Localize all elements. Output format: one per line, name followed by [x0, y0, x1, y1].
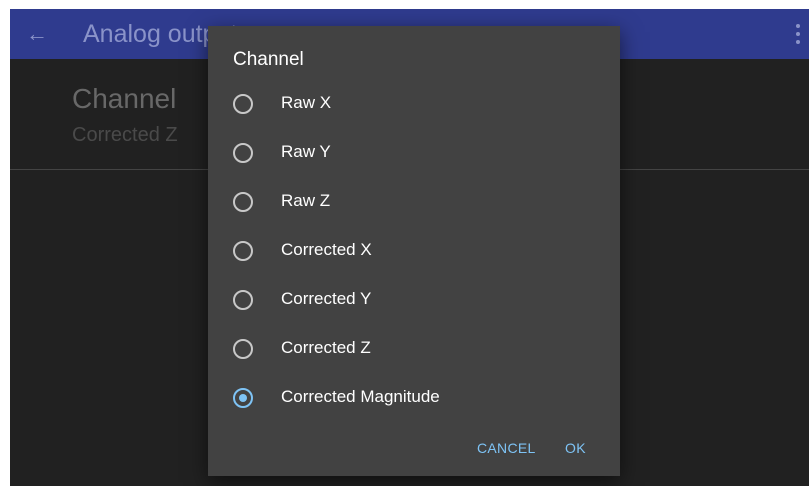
overflow-dot — [796, 24, 800, 28]
option-label: Corrected X — [281, 240, 372, 259]
more-vertical-icon[interactable] — [791, 19, 805, 49]
preference-title: Channel — [72, 83, 177, 114]
app-screen: ← Analog output Channel Corrected Z Chan… — [10, 9, 809, 486]
channel-option[interactable]: Raw Y — [208, 130, 620, 179]
back-arrow-icon[interactable]: ← — [22, 19, 52, 49]
radio-unchecked-icon[interactable] — [233, 143, 253, 163]
channel-option[interactable]: Corrected Magnitude — [208, 375, 620, 424]
radio-unchecked-icon[interactable] — [233, 339, 253, 359]
option-label: Corrected Y — [281, 289, 372, 308]
option-label: Corrected Magnitude — [281, 387, 440, 406]
channel-dialog: Channel Raw X Raw Y Raw Z Corrected X Correc… — [208, 26, 620, 476]
dialog-title: Channel — [233, 49, 304, 70]
option-label: Raw X — [281, 93, 332, 112]
channel-options-list: Raw X Raw Y Raw Z Corrected X Corrected Y Cor… — [208, 81, 620, 424]
channel-option[interactable]: Raw X — [208, 81, 620, 130]
option-label: Raw Y — [281, 142, 331, 161]
preference-summary: Corrected Z — [72, 124, 178, 146]
option-label: Corrected Z — [281, 338, 371, 357]
overflow-dot — [796, 32, 800, 36]
radio-checked-icon[interactable] — [233, 388, 253, 408]
channel-option[interactable]: Corrected Y — [208, 277, 620, 326]
option-label: Raw Z — [281, 191, 331, 210]
cancel-button[interactable]: CANCEL — [477, 436, 536, 460]
ok-button[interactable]: OK — [565, 436, 586, 460]
overflow-dot — [796, 40, 800, 44]
radio-unchecked-icon[interactable] — [233, 192, 253, 212]
radio-unchecked-icon[interactable] — [233, 290, 253, 310]
channel-option[interactable]: Corrected X — [208, 228, 620, 277]
channel-option[interactable]: Raw Z — [208, 179, 620, 228]
dialog-actions: CANCEL OK — [208, 420, 620, 476]
radio-unchecked-icon[interactable] — [233, 241, 253, 261]
channel-option[interactable]: Corrected Z — [208, 326, 620, 375]
radio-unchecked-icon[interactable] — [233, 94, 253, 114]
